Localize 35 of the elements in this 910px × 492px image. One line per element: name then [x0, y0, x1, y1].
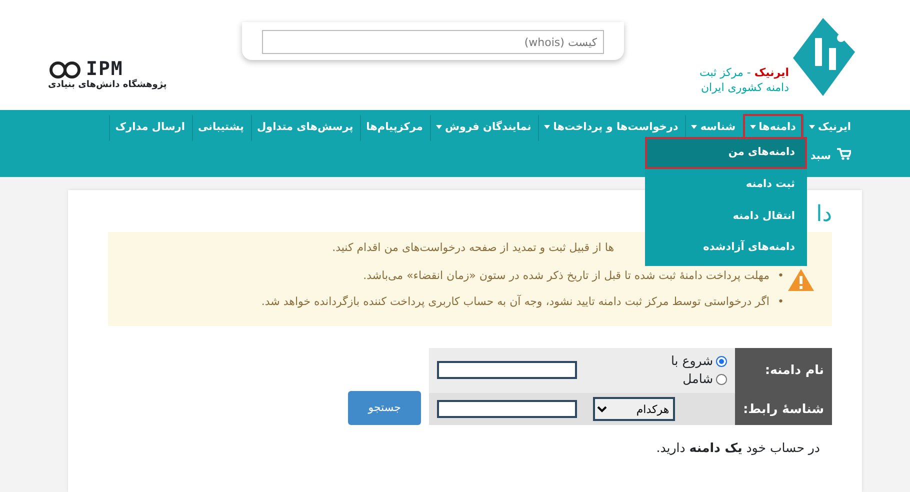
logo-icon: [793, 18, 855, 96]
institute-name: پژوهشگاه دانش‌های بنیادی: [48, 79, 167, 92]
nav-item[interactable]: مرکزپیام‌ها: [360, 114, 430, 142]
field-label: شناسهٔ رابط:: [735, 393, 832, 425]
input-field[interactable]: [437, 400, 578, 418]
page-title: دا: [816, 204, 832, 226]
radio-button[interactable]: [716, 374, 728, 386]
search-field[interactable]: کیست (whois): [262, 30, 604, 54]
menu-item[interactable]: ثبت دامنه: [645, 168, 807, 200]
menu-item[interactable]: دامنه‌های من: [645, 137, 807, 169]
radio-option[interactable]: شامل: [593, 370, 728, 389]
nav-item[interactable]: ارسال مدارک: [109, 114, 192, 142]
logo-title: ایرنیک - مرکز ثبت: [699, 66, 789, 81]
nav-item[interactable]: پرسش‌های متداول: [250, 114, 360, 142]
warning-icon: [788, 268, 814, 290]
logo-subtitle: دامنه کشوری ایران: [700, 80, 789, 96]
alert-item: مهلت پرداخت دامنهٔ ثبت شده تا قبل از تاریخ ذکر شده در ستون «زمان انقضاء» می‌باشد.: [363, 268, 770, 284]
input-field[interactable]: [437, 361, 578, 380]
field-label: نام دامنه:: [735, 348, 832, 393]
cart-icon: [837, 148, 851, 160]
nav-item[interactable]: پشتیبانی: [192, 114, 251, 142]
alert-item: اگر درخواستی توسط مرکز ثبت دامنه تایید نشود، وجه آن به حساب کاربری پرداخت کننده بازگردانده خواهد شد.: [261, 294, 770, 310]
bullet: •: [778, 294, 784, 310]
rings-icon: [48, 60, 82, 78]
select-field[interactable]: هرکدام: [593, 397, 676, 421]
bullet: •: [778, 268, 784, 284]
alert-text: ها از قبیل ثبت و تمدید از صفحه درخواست‌های من اقدام کنید.: [332, 240, 614, 256]
search-button[interactable]: جستجو: [348, 391, 422, 425]
radio-button[interactable]: [716, 356, 728, 367]
radio-option[interactable]: شروع با: [593, 352, 728, 370]
menu-item[interactable]: دامنه‌های آزادشده: [645, 232, 807, 264]
nav-item[interactable]: نمایندگان فروش: [430, 114, 538, 142]
summary-text: در حساب خود یک دامنه دارید.: [655, 439, 820, 457]
menu-item[interactable]: انتقال دامنه: [645, 200, 807, 232]
institute-logo: IPM: [86, 60, 124, 79]
